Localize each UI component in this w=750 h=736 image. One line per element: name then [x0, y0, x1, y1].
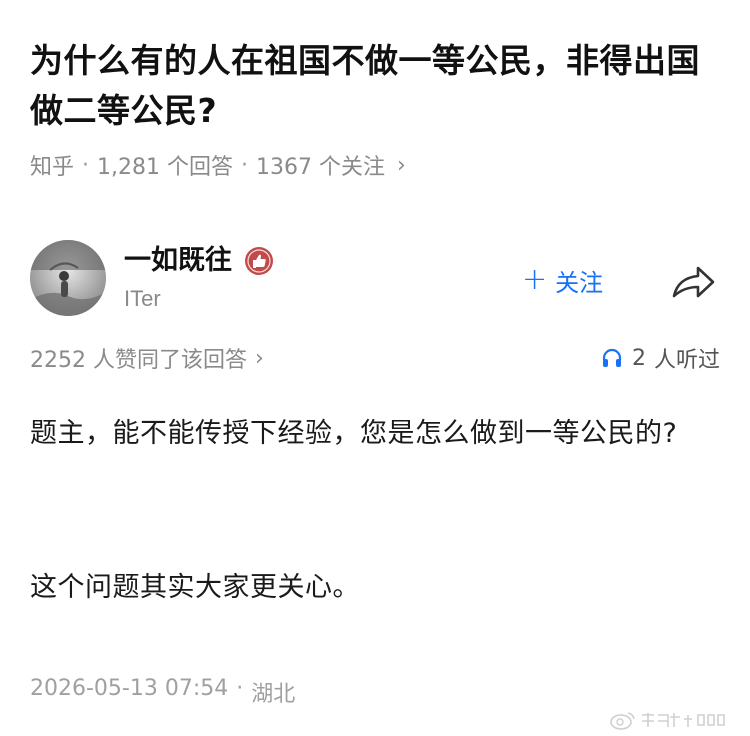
follower-count: 1367 个关注: [256, 155, 385, 180]
likes-text: 2252 人赞同了该回答: [30, 348, 247, 373]
answer-count: 1,281 个回答: [97, 155, 233, 180]
author-name[interactable]: 一如既往: [124, 242, 232, 280]
watermark: [610, 710, 730, 730]
question-title[interactable]: 为什么有的人在祖国不做一等公民，非得出国做二等公民?: [30, 36, 720, 136]
answer-footer: 2026-05-13 07:54 · 湖北: [30, 676, 295, 708]
author-row: 一如既往: [124, 242, 274, 280]
question-meta[interactable]: 知乎 · 1,281 个回答 · 1367 个关注 ›: [30, 148, 406, 182]
answer-location: 湖北: [251, 682, 296, 707]
share-arrow-icon: [672, 266, 715, 298]
thumbs-up-badge-icon: [244, 246, 274, 276]
weibo-logo-icon: [610, 712, 635, 730]
follow-button[interactable]: + 关注: [522, 258, 603, 302]
answer-paragraph: 题主，能不能传授下经验，您是怎么做到一等公民的?: [30, 418, 678, 449]
author-headline: ITer: [124, 286, 161, 311]
answer-paragraph: 这个问题其实大家更关心。: [30, 572, 360, 603]
meta-separator: ·: [82, 152, 90, 178]
plus-icon: +: [522, 262, 548, 297]
avatar[interactable]: [30, 240, 106, 316]
answer-timestamp: 2026-05-13 07:54: [30, 676, 229, 701]
likes-summary[interactable]: 2252 人赞同了该回答 ›: [30, 342, 264, 374]
headphones-icon: [602, 348, 622, 367]
chevron-right-icon: ›: [254, 345, 264, 371]
listened-count: 2: [631, 345, 646, 371]
chevron-right-icon: ›: [396, 152, 406, 178]
listened-text: 人听过: [653, 348, 720, 373]
source-label: 知乎: [30, 155, 75, 180]
meta-separator: ·: [236, 676, 244, 701]
follow-label: 关注: [555, 268, 604, 297]
listened-summary[interactable]: 2 人听过: [600, 342, 720, 374]
share-button[interactable]: [668, 260, 718, 304]
answer-page: 为什么有的人在祖国不做一等公民，非得出国做二等公民? 知乎 · 1,281 个回…: [0, 0, 750, 736]
watermark-handle: [642, 713, 725, 727]
meta-separator: ·: [241, 152, 248, 178]
